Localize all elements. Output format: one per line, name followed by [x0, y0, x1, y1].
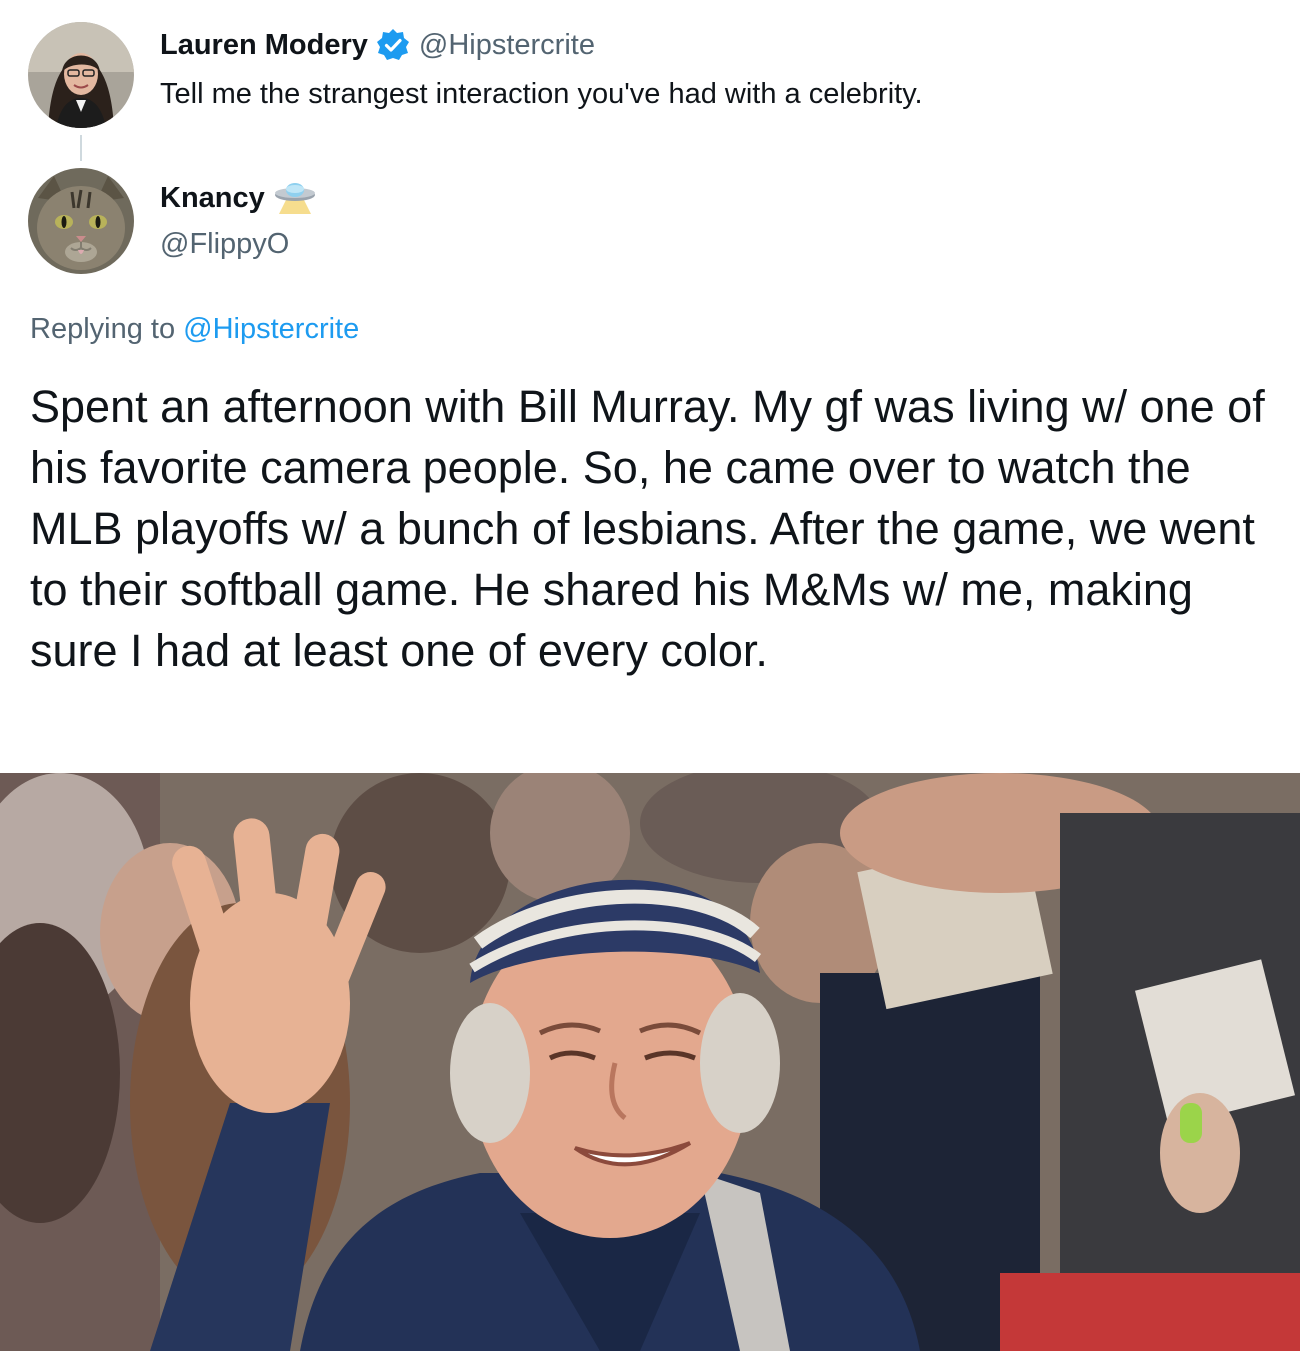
parent-handle[interactable]: @Hipstercrite [419, 29, 595, 62]
thread-connector-line [80, 135, 82, 161]
reply-tweet-text: Spent an afternoon with Bill Murray. My … [30, 381, 1265, 676]
reply-handle[interactable]: @FlippyO [160, 228, 289, 261]
parent-name-row: Lauren Modery @Hipstercrite [160, 28, 595, 62]
reply-avatar-image [28, 168, 134, 274]
reply-tweet-header[interactable]: Knancy @FlippyO [28, 168, 1278, 278]
reply-name-row: Knancy [160, 180, 317, 216]
replying-to-handle-link[interactable]: @Hipstercrite [183, 313, 359, 345]
tweet-photo-image [0, 773, 1300, 1351]
reply-avatar[interactable] [28, 168, 134, 274]
parent-avatar[interactable] [28, 22, 134, 128]
parent-display-name[interactable]: Lauren Modery [160, 29, 368, 62]
replying-to-line: Replying to @Hipstercrite [30, 313, 359, 346]
parent-avatar-image [28, 22, 134, 128]
parent-tweet[interactable]: Lauren Modery @Hipstercrite Tell me the … [28, 22, 1278, 132]
reply-display-name[interactable]: Knancy [160, 182, 265, 215]
replying-to-label: Replying to [30, 313, 176, 345]
parent-tweet-text: Tell me the strangest interaction you've… [160, 78, 923, 110]
ufo-icon [273, 180, 317, 216]
tweet-photo[interactable] [0, 773, 1300, 1351]
verified-badge-icon [376, 28, 410, 62]
